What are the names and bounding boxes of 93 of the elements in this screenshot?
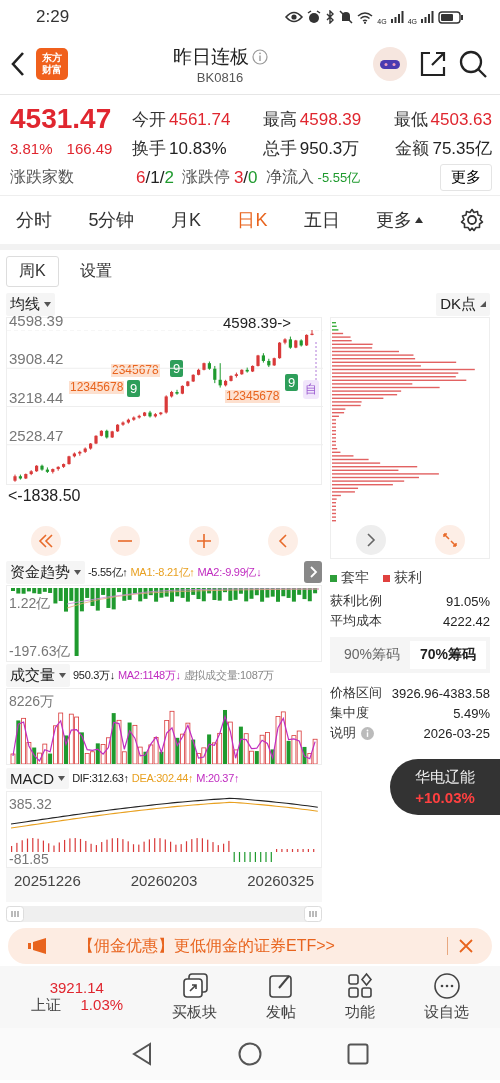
macd-value: M:20.37↑ xyxy=(196,772,240,784)
indicator-dropdown[interactable]: 成交量 xyxy=(6,663,70,687)
last-price: 4531.47 xyxy=(10,103,113,135)
chip-stat-label: 集中度 xyxy=(330,704,369,722)
sector-code: BK0816 xyxy=(196,69,244,85)
app-logo: 东方 财富 xyxy=(36,48,68,80)
sequence-count: 12345678 xyxy=(225,390,281,403)
index-change: 1.03% xyxy=(80,996,124,1015)
breadth-label: 涨跌家数 xyxy=(10,167,74,187)
page-title: 昨日连板 xyxy=(172,44,249,69)
ma1-value: MA1:-8.21亿↑ xyxy=(130,564,195,580)
indicator-value: 950.3万↓ xyxy=(73,667,115,683)
date-label: 20260325 xyxy=(247,872,314,889)
chip-stat-value: 4222.42 xyxy=(443,613,490,629)
chip-stat-label: 价格区间 xyxy=(330,684,382,702)
stat-value: 75.35亿 xyxy=(432,138,492,160)
breadth-value: 6/1/2 xyxy=(136,167,174,188)
stat-value: 4598.39 xyxy=(299,109,362,130)
stat-value: 950.3万 xyxy=(299,138,360,160)
chip-stat-label: 获利比例 xyxy=(330,592,382,610)
auto-mark: 自 xyxy=(303,380,319,399)
index-value: 3921.14 xyxy=(49,979,104,996)
chip-range-tab[interactable]: 90%筹码 xyxy=(334,641,410,669)
chip-stat-value: 2026-03-25 xyxy=(423,725,490,741)
stat-label: 最高 xyxy=(262,108,297,131)
ma2-value: MA2:-9.99亿↓ xyxy=(197,564,262,580)
stat-value: 10.83% xyxy=(169,139,227,159)
more-tab[interactable]: 更多 xyxy=(376,196,424,244)
flow-value: -5.55亿 xyxy=(317,168,361,187)
limit-label: 涨跌停 xyxy=(181,167,230,187)
promo-text: 【佣金优惠】更低佣金的证券ETF>> xyxy=(78,935,336,956)
more-button[interactable]: 更多 xyxy=(440,164,492,191)
dif-value: DIF:312.63↑ xyxy=(72,772,129,784)
stat-label: 金额 xyxy=(395,138,430,160)
flow-label: 净流入 xyxy=(265,167,314,187)
date-label: 20251226 xyxy=(14,872,81,889)
stat-value: 4503.63 xyxy=(430,109,492,130)
ma2-value: MA2:1148万↓ xyxy=(117,667,181,683)
price-axis-label: 2528.47 xyxy=(9,426,64,444)
action-label: 设自选 xyxy=(424,1003,470,1022)
indicator-value: -5.55亿↑ xyxy=(88,564,128,580)
stock-change: +10.03% xyxy=(415,789,475,806)
action-label: 功能 xyxy=(345,1003,376,1022)
stat-label: 总手 xyxy=(262,138,297,160)
sequence-badge: 9 xyxy=(127,380,141,397)
stock-name: 华电辽能 xyxy=(415,768,475,787)
index-ticker[interactable]: 3921.14 上证 1.03% xyxy=(30,979,124,1015)
dea-value: DEA:302.44↑ xyxy=(131,772,194,784)
axis-label: 1.22亿 xyxy=(9,595,51,613)
period-tab[interactable]: 月K xyxy=(171,196,201,244)
bottom-action[interactable]: 发帖 xyxy=(266,972,297,1022)
indicator-dropdown[interactable]: 资金趋势 xyxy=(6,560,85,584)
stat-label: 换手 xyxy=(132,138,166,160)
stat-label: 最低 xyxy=(393,108,428,131)
chip-stat-value: 91.05% xyxy=(445,593,490,609)
change-amount: 166.49 xyxy=(66,140,113,157)
period-tab[interactable]: 分时 xyxy=(16,196,52,244)
limit-value: 3/0 xyxy=(233,167,258,188)
indicator-dropdown[interactable]: MACD xyxy=(6,767,70,789)
high-marker: 4598.39-> xyxy=(223,314,291,331)
chart-option-tab[interactable]: 周K xyxy=(6,256,59,287)
bottom-action[interactable]: 设自选 xyxy=(424,972,470,1022)
action-label: 发帖 xyxy=(266,1003,297,1022)
legend-label: 套牢 xyxy=(341,569,369,587)
chip-stat-label: 平均成本 xyxy=(330,612,382,630)
chip-stat-value: 3926.96-4383.58 xyxy=(391,685,490,701)
sequence-badge: 9 xyxy=(285,374,299,391)
period-tab[interactable]: 五日 xyxy=(304,196,340,244)
axis-label: 8226万 xyxy=(9,693,55,711)
chip-range-tab[interactable]: 70%筹码 xyxy=(410,641,486,669)
axis-label: 385.32 xyxy=(9,796,52,812)
bottom-action[interactable]: 功能 xyxy=(345,972,376,1022)
index-name: 上证 xyxy=(30,996,61,1015)
stat-value: 4561.74 xyxy=(169,109,231,130)
mode-dropdown[interactable]: DK点 xyxy=(436,292,490,316)
chip-stat-label: 说明 xyxy=(330,724,356,742)
bottom-action[interactable]: 买板块 xyxy=(172,972,218,1022)
status-time: 2:29 xyxy=(36,7,70,27)
stock-alert-popup[interactable]: 华电辽能 +10.03% xyxy=(390,759,500,815)
axis-label: -81.85 xyxy=(9,851,49,867)
price-axis-label: 3218.44 xyxy=(9,388,64,406)
chip-stat-value: 5.49% xyxy=(453,705,490,721)
action-label: 买板块 xyxy=(172,1003,218,1022)
virtual-volume: 虚拟成交量:1087万 xyxy=(183,667,274,683)
change-percent: 3.81% xyxy=(10,140,53,157)
date-label: 20260203 xyxy=(130,872,198,889)
stat-label: 今开 xyxy=(132,108,166,131)
indicator-dropdown[interactable]: 均线 xyxy=(6,292,55,316)
period-tab[interactable]: 5分钟 xyxy=(88,196,135,244)
sequence-count: 12345678 xyxy=(69,381,125,394)
legend-label: 获利 xyxy=(394,569,422,587)
price-axis-label: 3908.42 xyxy=(9,350,64,368)
axis-label: -197.63亿 xyxy=(9,643,71,661)
